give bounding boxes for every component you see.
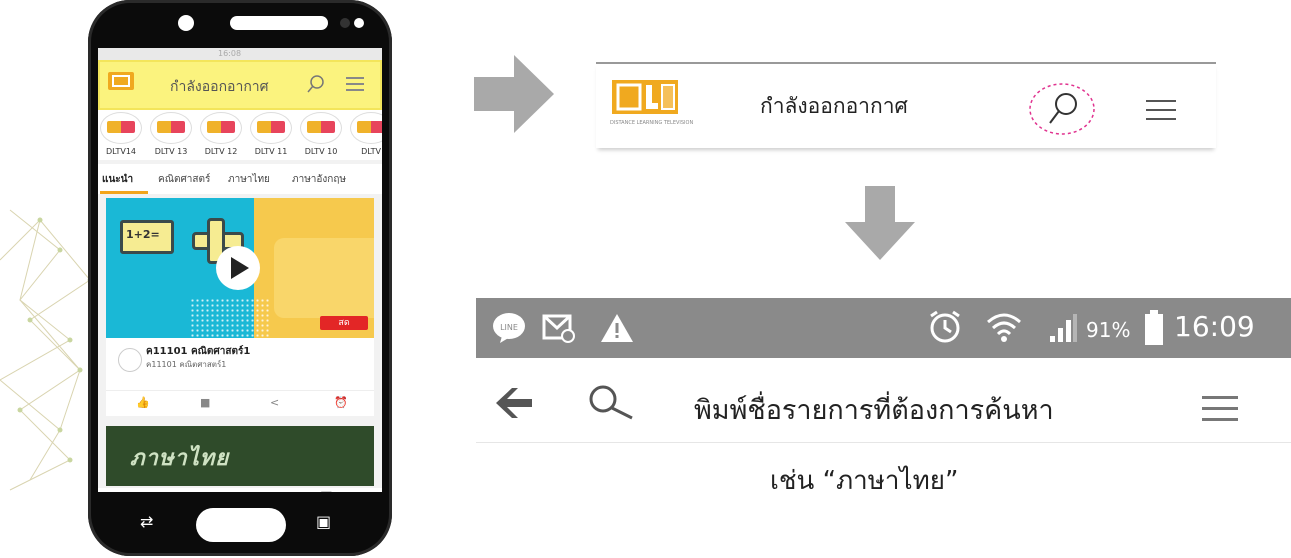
warning-icon: [601, 314, 633, 342]
phone-status-bar: 16:08: [98, 48, 382, 60]
app-header-title: กำลังออกอากาศ: [170, 79, 269, 95]
phone-status-time: 16:08: [218, 49, 242, 58]
menu-icon-large[interactable]: [1146, 100, 1176, 120]
arrow-right-icon: [474, 55, 554, 133]
wifi-icon: [987, 313, 1021, 342]
channel-avatar: [118, 348, 142, 372]
dltv-logo-large: [612, 80, 678, 114]
dltv-logo: [108, 72, 134, 90]
active-tab-indicator: [100, 191, 148, 194]
email-notification-icon: [542, 314, 575, 343]
channel-name: DLTV 10: [304, 147, 338, 156]
line-app-icon: LINE: [493, 313, 525, 343]
phone-mockup: 16:08 กำลังออกอากาศ DLTV14 DLTV 13 DLTV: [88, 0, 392, 556]
chalkboard-text: 1+2=: [126, 228, 160, 241]
app-header-highlighted: กำลังออกอากาศ: [98, 60, 382, 110]
program-card-thai[interactable]: ภาษาไทย: [106, 426, 374, 486]
channel-item[interactable]: DLTV 12: [198, 112, 244, 156]
channel-strip: DLTV14 DLTV 13 DLTV 12 DLTV 11 DLTV 10 D…: [98, 110, 382, 160]
category-tabs: แนะนำ คณิตศาสตร์ ภาษาไทย ภาษาอังกฤษ: [98, 164, 382, 194]
dltv-logo-subtitle: DISTANCE LEARNING TELEVISION: [610, 120, 694, 126]
like-icon[interactable]: 👍: [136, 396, 150, 409]
play-icon[interactable]: [216, 246, 260, 290]
phone-speaker: [230, 16, 328, 30]
zoomed-app-header: DISTANCE LEARNING TELEVISION กำลังออกอาก…: [596, 62, 1216, 148]
status-time: 16:09: [1174, 310, 1255, 343]
channel-badge: [250, 112, 292, 144]
arrow-down-icon: [845, 186, 915, 260]
channel-item[interactable]: DLTV: [348, 112, 382, 156]
back-arrow-icon[interactable]: [496, 388, 532, 418]
channel-badge: [100, 112, 142, 144]
channel-name: DLTV 11: [254, 147, 288, 156]
alarm-icon[interactable]: ⏰: [334, 396, 348, 409]
back-key-icon[interactable]: ⇄: [140, 512, 153, 531]
tab-thai[interactable]: ภาษาไทย: [228, 172, 270, 187]
battery-percent: 91%: [1086, 318, 1131, 342]
search-icon-highlighted[interactable]: [1028, 82, 1096, 136]
program-card[interactable]: 1+2= สด ค11101 คณิตศาสตร์1 ค11101 คณิตศา…: [106, 198, 374, 416]
channel-item[interactable]: DLTV14: [98, 112, 144, 156]
channel-badge: [200, 112, 242, 144]
signal-icon: [1050, 314, 1077, 342]
tab-math[interactable]: คณิตศาสตร์: [158, 172, 210, 187]
program-title: ค11101 คณิตศาสตร์1: [146, 346, 251, 357]
comment-icon[interactable]: ■: [200, 396, 210, 409]
channel-name: DLTV14: [105, 147, 137, 156]
home-button[interactable]: [196, 508, 286, 542]
alarm-clock-icon: [930, 310, 960, 343]
search-icon[interactable]: [588, 384, 638, 424]
channel-name: DLTV: [361, 147, 381, 156]
recent-apps-icon[interactable]: ▣: [316, 512, 331, 531]
channel-item[interactable]: DLTV 10: [298, 112, 344, 156]
menu-icon[interactable]: [346, 77, 364, 91]
channel-item[interactable]: DLTV 13: [148, 112, 194, 156]
svg-text:LINE: LINE: [500, 323, 518, 332]
live-badge: สด: [320, 316, 368, 330]
channel-item[interactable]: DLTV 11: [248, 112, 294, 156]
phone-sensor: [340, 18, 350, 28]
tab-english[interactable]: ภาษาอังกฤษ: [292, 172, 346, 187]
tab-recommended[interactable]: แนะนำ: [102, 172, 133, 187]
channel-badge: [350, 112, 382, 144]
menu-icon[interactable]: [1202, 396, 1238, 422]
android-status-bar: LINE 91% 16:09: [476, 298, 1291, 358]
front-camera: [178, 15, 194, 31]
phone-screen: 16:08 กำลังออกอากาศ DLTV14 DLTV 13 DLTV: [98, 48, 382, 492]
search-bar: พิมพ์ชื่อรายการที่ต้องการค้นหา: [476, 358, 1291, 443]
channel-badge: [300, 112, 342, 144]
share-icon[interactable]: <: [270, 396, 279, 409]
channel-name: DLTV 13: [154, 147, 188, 156]
example-caption: เช่น “ภาษาไทย”: [770, 466, 959, 496]
phone-sensor-dot: [354, 18, 364, 28]
search-icon[interactable]: [306, 74, 326, 94]
program-thumbnail[interactable]: 1+2= สด: [106, 198, 374, 338]
battery-icon: [1145, 310, 1163, 345]
program-card-thai-title: ภาษาไทย: [130, 446, 230, 471]
channel-badge: [150, 112, 192, 144]
card-actions: 👍 ■ < ⏰: [106, 390, 374, 413]
search-input[interactable]: พิมพ์ชื่อรายการที่ต้องการค้นหา: [694, 388, 1054, 431]
channel-name: DLTV 12: [204, 147, 238, 156]
zoomed-header-title: กำลังออกอากาศ: [760, 94, 908, 118]
program-subtitle: ค11101 คณิตศาสตร์1: [146, 360, 227, 369]
